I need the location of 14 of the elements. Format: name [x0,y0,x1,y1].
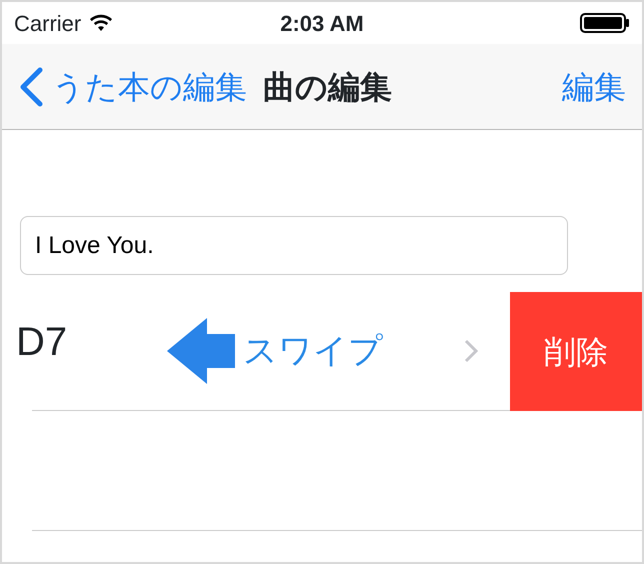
carrier-name: Carrier [14,10,82,38]
edit-button[interactable]: 編集 [562,62,626,110]
nav-title: 曲の編集 [263,68,393,106]
swipe-hint: スワイプ [243,330,384,372]
wifi-icon [89,14,114,32]
battery-icon [580,13,630,33]
chevron-icon [464,339,478,363]
song-label: D7 [16,319,68,366]
left-arrow-icon [167,318,236,384]
title-field[interactable]: I Love You. [20,216,568,275]
delete-button[interactable]: 削除 [510,292,642,411]
back-button[interactable]: うた本の編集 [18,62,247,110]
status-time: 2:03 AM [279,10,365,38]
back-icon [18,66,44,106]
